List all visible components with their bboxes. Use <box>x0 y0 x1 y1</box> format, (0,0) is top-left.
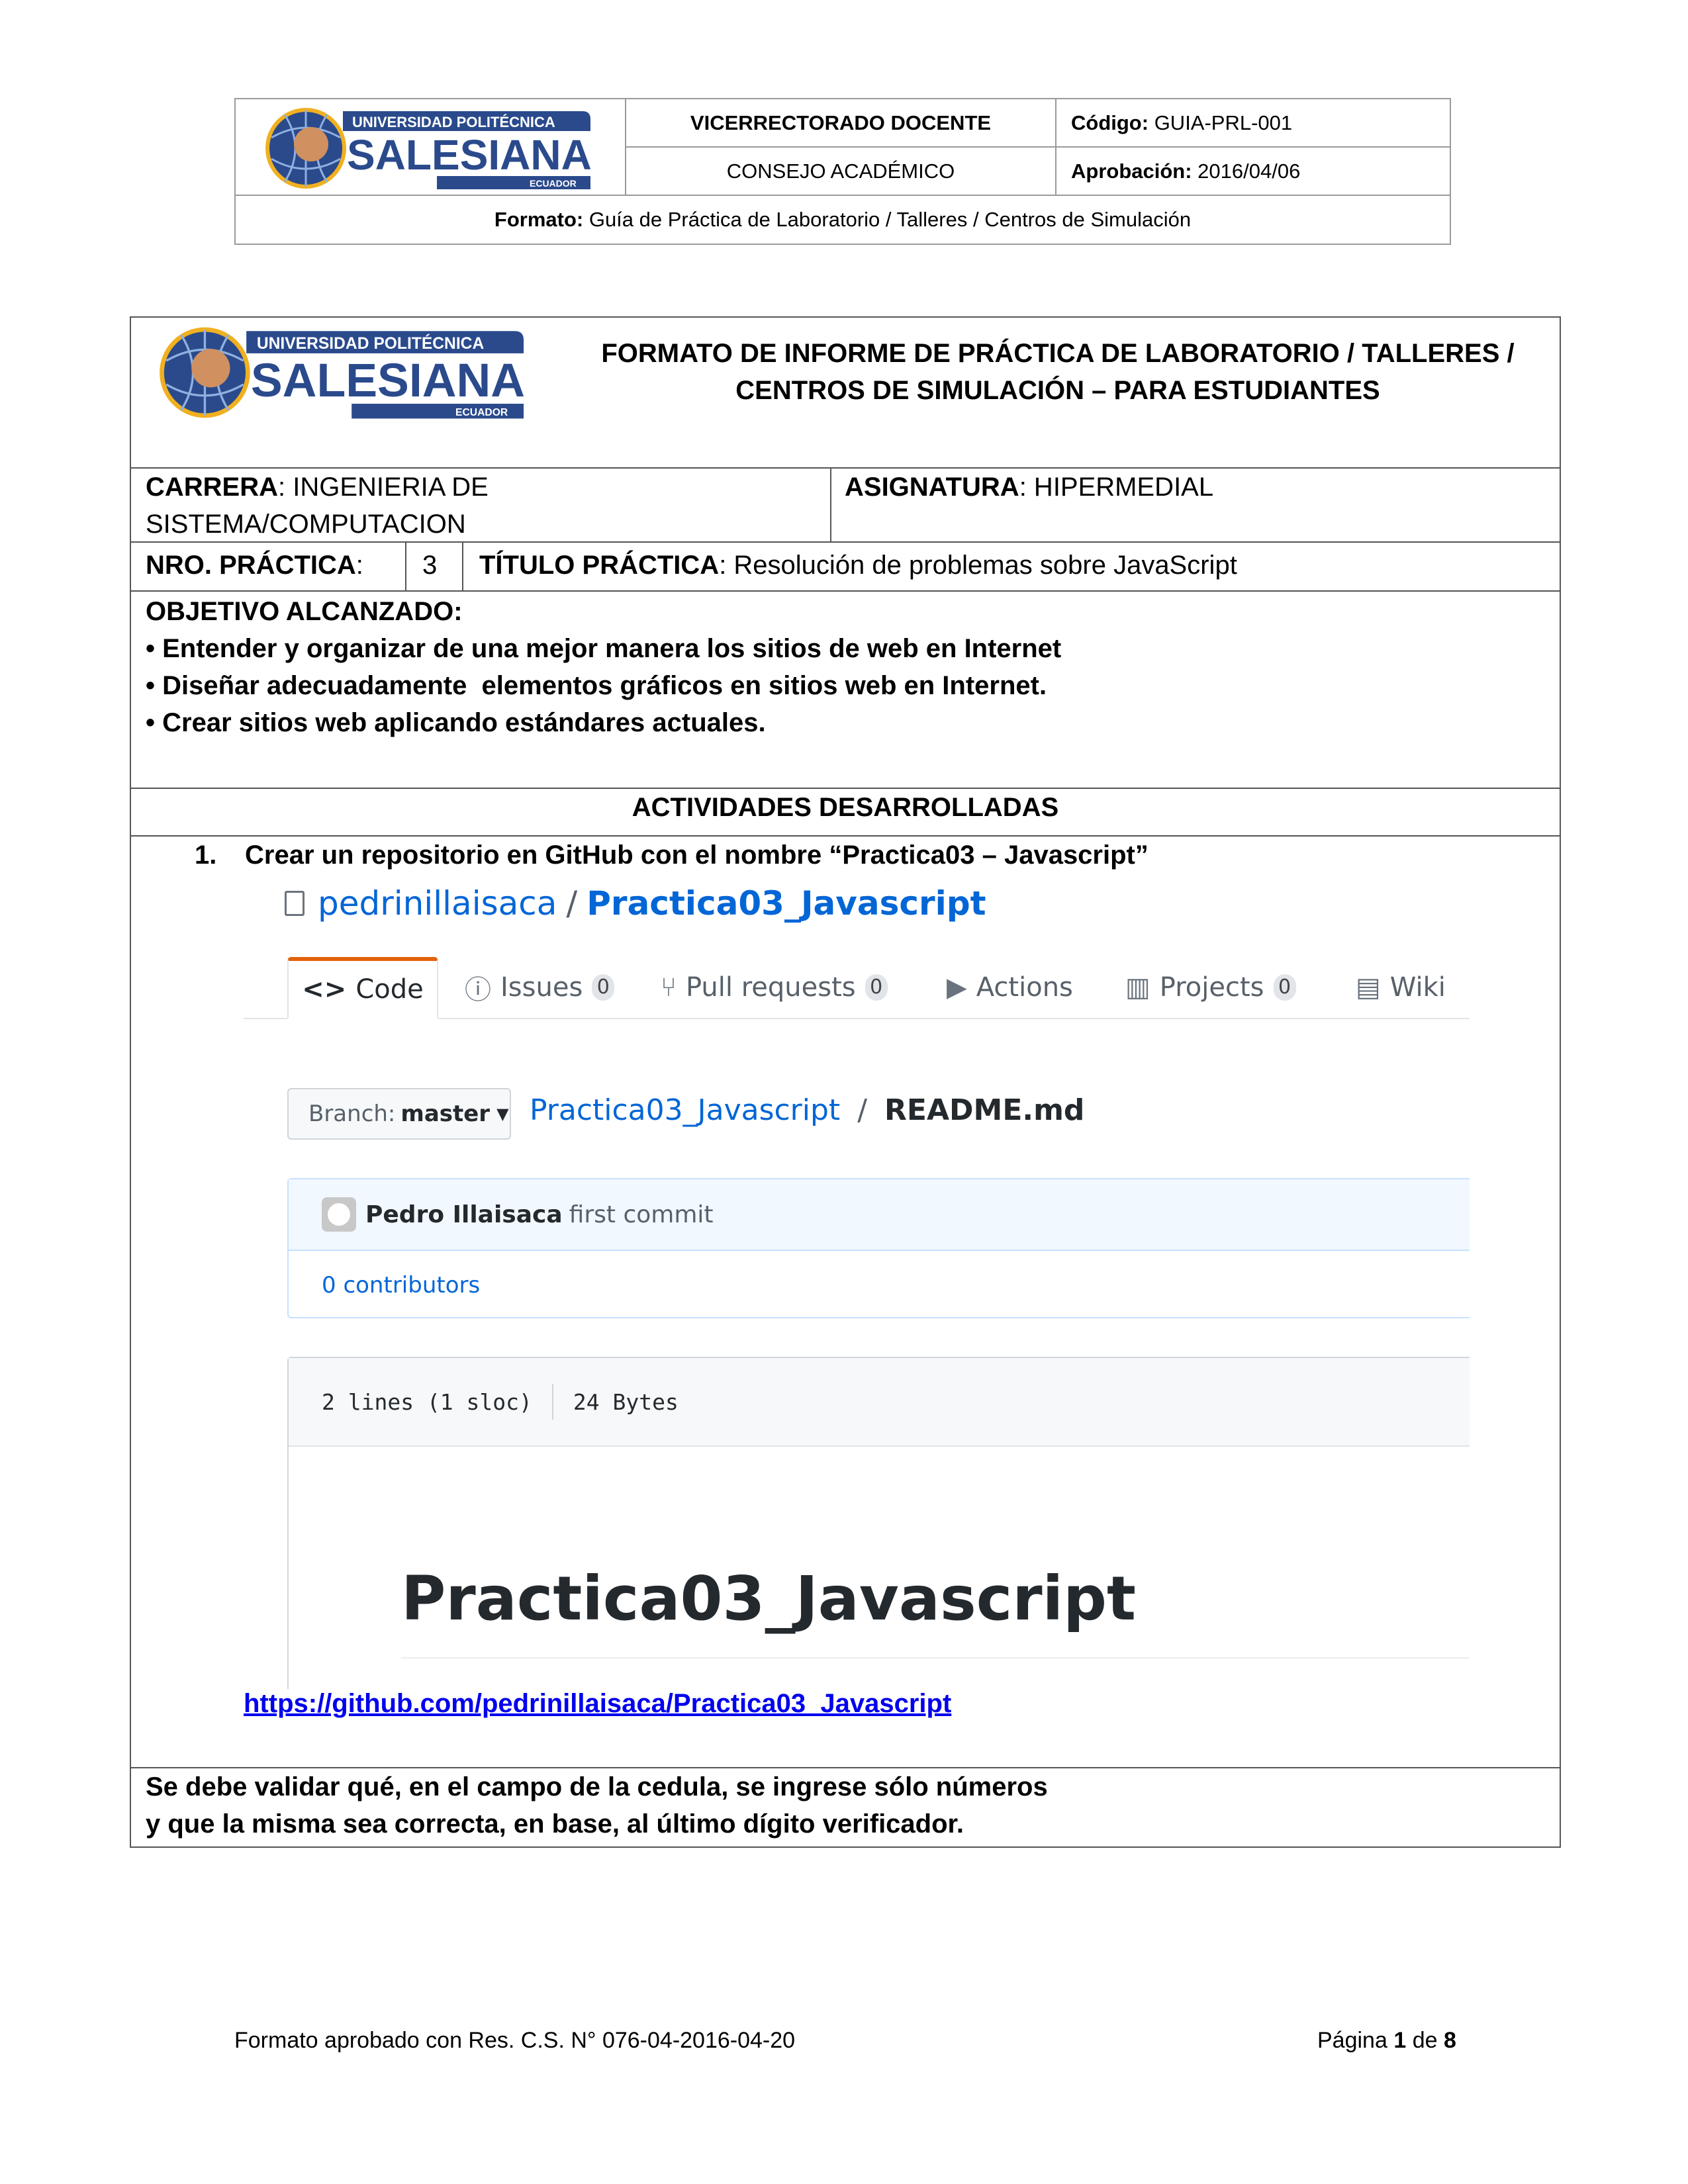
repo-owner-link[interactable]: pedrinillaisaca <box>318 884 557 923</box>
commit-box: Pedro Illaisaca first commit 0 contribut… <box>287 1178 1470 1318</box>
row-divider <box>131 590 1560 592</box>
header-logo-cell: UNIVERSIDAD POLITÉCNICA SALESIANA ECUADO… <box>236 99 626 196</box>
file-info-bar: 2 lines (1 sloc) 24 Bytes <box>289 1358 1470 1447</box>
aprobacion-cell: Aprobación: 2016/04/06 <box>1056 148 1450 196</box>
file-breadcrumb: Practica03_Javascript / README.md <box>530 1093 1085 1127</box>
project-icon: ▥ <box>1125 972 1150 1003</box>
tab-wiki[interactable]: ▤ Wiki <box>1356 957 1446 1018</box>
commit-author[interactable]: Pedro Illaisaca <box>365 1201 563 1228</box>
svg-text:SALESIANA: SALESIANA <box>251 354 525 407</box>
repository-link[interactable]: https://github.com/pedrinillaisaca/Pract… <box>244 1689 951 1719</box>
row-divider <box>131 541 1560 543</box>
footer-approval: Formato aprobado con Res. C.S. N° 076-04… <box>234 2028 796 2053</box>
objetivo-item: • Entender y organizar de una mejor mane… <box>146 634 1062 663</box>
validation-note: Se debe validar qué, en el campo de la c… <box>146 1772 1048 1839</box>
consejo-cell: CONSEJO ACADÉMICO <box>626 148 1056 196</box>
step-text: Crear un repositorio en GitHub con el no… <box>245 841 1149 870</box>
nro-practica-value: 3 <box>422 551 438 580</box>
file-viewer: 2 lines (1 sloc) 24 Bytes Practica03_Jav… <box>287 1357 1470 1689</box>
tab-code[interactable]: <> Code <box>287 957 438 1019</box>
readme-divider <box>401 1657 1470 1659</box>
issues-counter: 0 <box>592 974 615 1001</box>
avatar[interactable] <box>322 1197 356 1232</box>
titulo-practica-cell: TÍTULO PRÁCTICA: Resolución de problemas… <box>479 551 1237 580</box>
objetivo-item: • Crear sitios web aplicando estándares … <box>146 708 766 737</box>
svg-text:UNIVERSIDAD POLITÉCNICA: UNIVERSIDAD POLITÉCNICA <box>352 114 555 130</box>
tab-pull-requests[interactable]: ⑂ Pull requests 0 <box>661 957 888 1018</box>
step-number: 1. <box>195 841 217 870</box>
objetivo-cell: OBJETIVO ALCANZADO: • Entender y organiz… <box>146 593 1061 741</box>
pull-requests-counter: 0 <box>865 974 888 1001</box>
book-icon: ▤ <box>1356 972 1381 1003</box>
pull-request-icon: ⑂ <box>661 972 677 1003</box>
objetivo-item: • Diseñar adecuadamente elementos gráfic… <box>146 671 1047 700</box>
repo-name-link[interactable]: Practica03_Javascript <box>586 884 986 923</box>
page-number: Página 1 de 8 <box>1317 2028 1456 2053</box>
formato-cell: Formato: Guía de Práctica de Laboratorio… <box>494 208 1192 231</box>
column-divider <box>462 541 463 590</box>
objetivo-heading: OBJETIVO ALCANZADO: <box>146 597 463 626</box>
repo-tabs: <> Code ⓘ Issues 0 ⑂ Pull requests 0 ▶ A… <box>244 957 1470 1019</box>
file-lines: 2 lines (1 sloc) <box>322 1388 532 1415</box>
tab-issues[interactable]: ⓘ Issues 0 <box>465 957 615 1018</box>
tab-actions[interactable]: ▶ Actions <box>947 957 1073 1018</box>
carrera-cell: CARRERA: INGENIERIA DE SISTEMA/COMPUTACI… <box>146 473 489 539</box>
branch-selector[interactable]: Branch: master ▼ <box>287 1088 511 1140</box>
nro-practica-label: NRO. PRÁCTICA: <box>146 551 363 580</box>
commit-message[interactable]: first commit <box>569 1201 714 1228</box>
actividades-heading: ACTIVIDADES DESARROLLADAS <box>632 793 1059 822</box>
column-divider <box>405 541 406 590</box>
vicerrectorado-cell: VICERRECTORADO DOCENTE <box>626 99 1056 148</box>
university-logo: UNIVERSIDAD POLITÉCNICA SALESIANA ECUADO… <box>265 105 596 192</box>
code-icon: <> <box>302 974 347 1005</box>
asignatura-cell: ASIGNATURA: HIPERMEDIAL <box>845 473 1214 502</box>
header-table: UNIVERSIDAD POLITÉCNICA SALESIANA ECUADO… <box>234 98 1451 245</box>
breadcrumb-repo-link[interactable]: Practica03_Javascript <box>530 1093 840 1127</box>
repo-title: pedrinillaisaca / Practica03_Javascript <box>285 884 986 923</box>
repo-icon <box>285 891 305 916</box>
svg-text:ECUADOR: ECUADOR <box>530 178 577 189</box>
svg-text:ECUADOR: ECUADOR <box>455 407 508 418</box>
svg-text:SALESIANA: SALESIANA <box>347 131 592 179</box>
caret-down-icon: ▼ <box>496 1105 509 1123</box>
file-size: 24 Bytes <box>573 1388 679 1415</box>
play-icon: ▶ <box>947 972 967 1003</box>
issue-icon: ⓘ <box>465 975 491 1005</box>
report-title: FORMATO DE INFORME DE PRÁCTICA DE LABORA… <box>601 339 1515 405</box>
breadcrumb-file: README.md <box>884 1093 1085 1127</box>
projects-counter: 0 <box>1273 974 1296 1001</box>
contributors-link[interactable]: 0 contributors <box>322 1272 480 1298</box>
university-logo-large: UNIVERSIDAD POLITÉCNICA SALESIANA ECUADO… <box>159 323 530 422</box>
github-screenshot: pedrinillaisaca / Practica03_Javascript … <box>244 875 1470 1689</box>
svg-text:UNIVERSIDAD POLITÉCNICA: UNIVERSIDAD POLITÉCNICA <box>257 334 485 353</box>
column-divider <box>830 467 831 541</box>
readme-heading: Practica03_Javascript <box>401 1563 1136 1634</box>
codigo-cell: Código: GUIA-PRL-001 <box>1056 99 1450 148</box>
tab-projects[interactable]: ▥ Projects 0 <box>1125 957 1296 1018</box>
